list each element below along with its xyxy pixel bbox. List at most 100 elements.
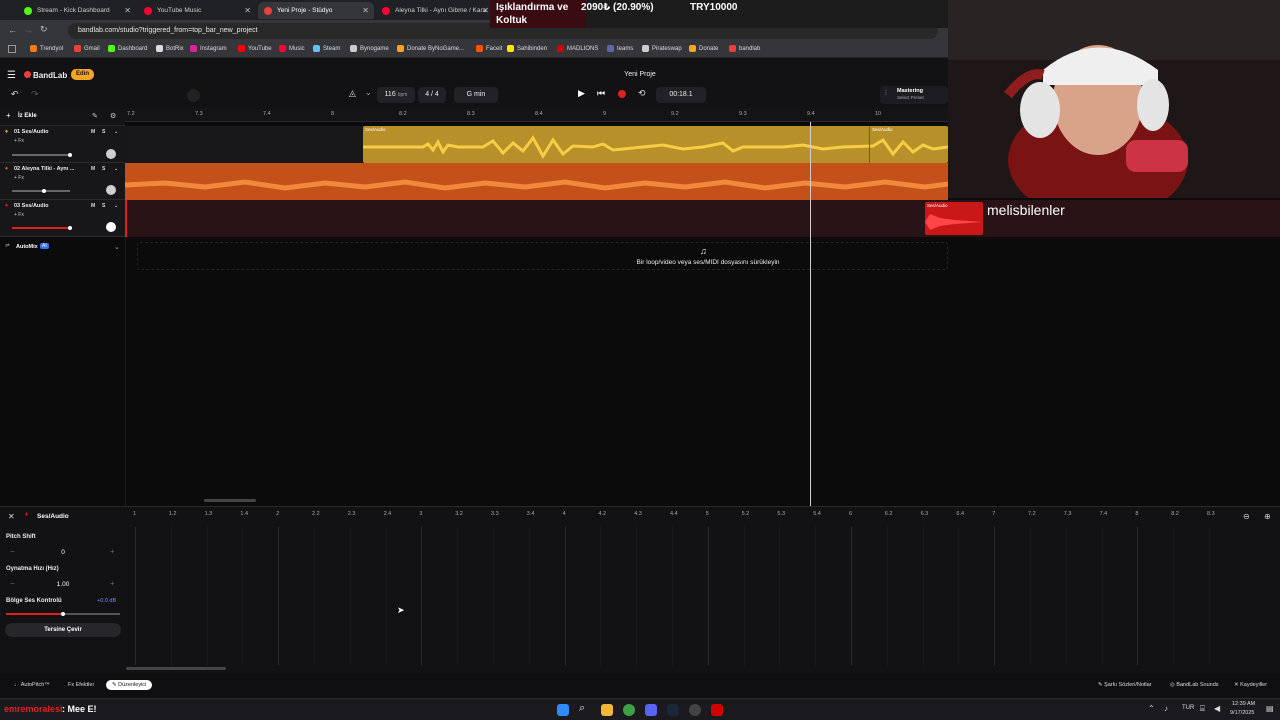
pan-dial[interactable]: [106, 149, 116, 159]
chevron-down-icon[interactable]: ⌄: [114, 243, 120, 251]
horizontal-scrollbar[interactable]: [204, 499, 256, 502]
volume-knob[interactable]: [68, 226, 72, 230]
mute-button[interactable]: M: [91, 203, 95, 209]
discord-icon[interactable]: [645, 704, 657, 716]
bookmark-item[interactable]: Donate ByNoGame...: [397, 45, 464, 52]
effects-tab[interactable]: Fx Efektler: [62, 680, 100, 690]
lyrics-tab[interactable]: ✎ Şarkı Sözleri/Notlar: [1092, 680, 1158, 690]
browser-tab[interactable]: Yeni Proje - Stüdyo ✕: [258, 2, 374, 19]
chevron-down-icon[interactable]: ⌄: [365, 88, 372, 97]
tab-close-icon[interactable]: ✕: [362, 6, 369, 15]
pencil-icon[interactable]: ✎: [92, 112, 98, 120]
bookmark-item[interactable]: Music: [279, 45, 305, 52]
skip-back-icon[interactable]: ⏮: [597, 88, 605, 99]
reload-icon[interactable]: ↻: [40, 24, 48, 35]
add-fx-button[interactable]: + Fx: [14, 212, 24, 218]
tab-close-icon[interactable]: ✕: [482, 6, 489, 15]
pan-dial[interactable]: [106, 222, 116, 232]
zoom-out-icon[interactable]: ⊖: [1243, 512, 1250, 521]
mastering-button[interactable]: ⫶ Mastering Select Preset: [880, 86, 948, 104]
gain-slider-knob[interactable]: [61, 612, 65, 616]
file-explorer-icon[interactable]: [601, 704, 613, 716]
bookmark-item[interactable]: Gmail: [74, 45, 100, 52]
volume-slider[interactable]: [12, 153, 72, 157]
steam-icon[interactable]: [667, 704, 679, 716]
zoom-in-icon[interactable]: ⊕: [1264, 512, 1271, 521]
automix-row[interactable]: ⇌ AutoMix AI ⌄: [0, 240, 125, 254]
record-mode-icon[interactable]: [187, 89, 200, 102]
autopitch-tab[interactable]: ♩ AutoPitch™: [8, 680, 56, 690]
close-icon[interactable]: ✕: [8, 512, 15, 521]
chevron-down-icon[interactable]: ⌄: [114, 129, 118, 135]
chevron-down-icon[interactable]: ⌄: [114, 166, 118, 172]
collab-tab[interactable]: ✕ Kaydeyiller: [1228, 680, 1273, 690]
track-header-3[interactable]: ♦ 03 Ses/Audio + Fx M S ⌄: [0, 200, 125, 237]
browser-tab[interactable]: YouTube Music ✕: [138, 2, 256, 19]
undo-icon[interactable]: ↶: [11, 89, 19, 100]
bookmark-item[interactable]: teams: [607, 45, 633, 52]
mute-button[interactable]: M: [91, 129, 95, 135]
playback-rate-value[interactable]: 1.00: [6, 581, 120, 588]
volume-slider[interactable]: [12, 189, 70, 193]
pitch-shift-value[interactable]: 0: [6, 549, 120, 556]
app-icon[interactable]: [711, 704, 723, 716]
add-track-icon[interactable]: +: [6, 111, 11, 120]
tab-close-icon[interactable]: ✕: [244, 6, 251, 15]
clock-date[interactable]: 9/17/2025: [1230, 710, 1254, 716]
plus-icon[interactable]: +: [110, 579, 115, 588]
microphone-icon[interactable]: ♪: [1164, 704, 1168, 713]
solo-button[interactable]: S: [102, 166, 105, 172]
solo-button[interactable]: S: [102, 129, 105, 135]
sounds-tab[interactable]: ◎ BandLab Sounds: [1164, 680, 1225, 690]
bookmark-item[interactable]: Steam: [313, 45, 340, 52]
settings-icon[interactable]: ⚙: [110, 112, 116, 120]
pitch-shift-stepper[interactable]: − 0 +: [6, 547, 120, 558]
timeline-ruler[interactable]: 7.2 7.3 7.4 8 8.2 8.3 8.4 9 9.2 9.3 9.4 10: [125, 108, 948, 122]
editor-ruler[interactable]: 1 1.2 1.3 1.4 2 2.2 2.3 2.4 3 3.2 3.3 3.4 4 4.2 4.3 4.4…: [125, 507, 1225, 525]
add-track-button[interactable]: İz Ekle: [18, 113, 37, 119]
track-name[interactable]: 02 Aleyna Tilki - Aynı ...: [14, 166, 74, 172]
chrome-icon[interactable]: [623, 704, 635, 716]
playhead[interactable]: [810, 122, 811, 506]
loop-icon[interactable]: ⟲: [638, 88, 646, 99]
editor-grid[interactable]: [125, 527, 1280, 665]
editor-scrollbar[interactable]: [126, 667, 226, 670]
chevron-down-icon[interactable]: ⌄: [114, 203, 118, 209]
playback-rate-stepper[interactable]: − 1.00 +: [6, 579, 120, 590]
editor-tab[interactable]: ✎ Düzenleyici: [106, 680, 153, 690]
reverse-button[interactable]: Tersine Çevir: [5, 623, 121, 637]
search-icon[interactable]: ⌕: [579, 702, 585, 715]
browser-tab[interactable]: Aleyna Tilki - Aynı Gibme / Kara ✕: [376, 2, 494, 19]
pan-dial[interactable]: [106, 185, 116, 195]
bookmark-item[interactable]: Pirateswap: [642, 45, 682, 52]
mute-button[interactable]: M: [91, 166, 95, 172]
bookmark-item[interactable]: Bynogame: [350, 45, 389, 52]
track-header-2[interactable]: ♦ 02 Aleyna Tilki - Aynı ... + Fx M S ⌄: [0, 163, 125, 200]
track-name[interactable]: 03 Ses/Audio: [14, 203, 49, 209]
solo-button[interactable]: S: [102, 203, 105, 209]
bookmark-item[interactable]: bandlab: [729, 45, 760, 52]
track-name[interactable]: 01 Ses/Audio: [14, 129, 49, 135]
bookmark-item[interactable]: YouTube: [238, 45, 272, 52]
clock-time[interactable]: 12:39 AM: [1232, 701, 1255, 707]
tab-close-icon[interactable]: ✕: [124, 6, 131, 15]
bpm-field[interactable]: 116 bpm: [377, 87, 415, 103]
add-fx-button[interactable]: + Fx: [14, 138, 24, 144]
bookmark-item[interactable]: Faceit: [476, 45, 502, 52]
back-icon[interactable]: ←: [8, 25, 17, 35]
tuner-icon[interactable]: ◬: [349, 88, 356, 99]
notification-icon[interactable]: ▤: [1266, 704, 1274, 713]
bookmark-item[interactable]: Trendyol: [30, 45, 63, 52]
language-indicator[interactable]: TUR: [1182, 705, 1194, 711]
windows-start-icon[interactable]: [557, 704, 569, 716]
track-lane-3[interactable]: Ses/Audio melisbilenler: [125, 200, 1280, 237]
obs-icon[interactable]: [689, 704, 701, 716]
network-icon[interactable]: ⌸: [1200, 704, 1205, 714]
bookmark-item[interactable]: BotRix: [156, 45, 184, 52]
bookmark-item[interactable]: Instagram: [190, 45, 227, 52]
volume-knob[interactable]: [42, 189, 46, 193]
drop-zone[interactable]: ♫ Bir loop/video veya ses/MIDI dosyasını…: [137, 242, 948, 270]
key-field[interactable]: G min: [454, 87, 498, 103]
bookmark-item[interactable]: Donate: [689, 45, 718, 52]
audio-clip[interactable]: Ses/Audio: [925, 202, 983, 235]
